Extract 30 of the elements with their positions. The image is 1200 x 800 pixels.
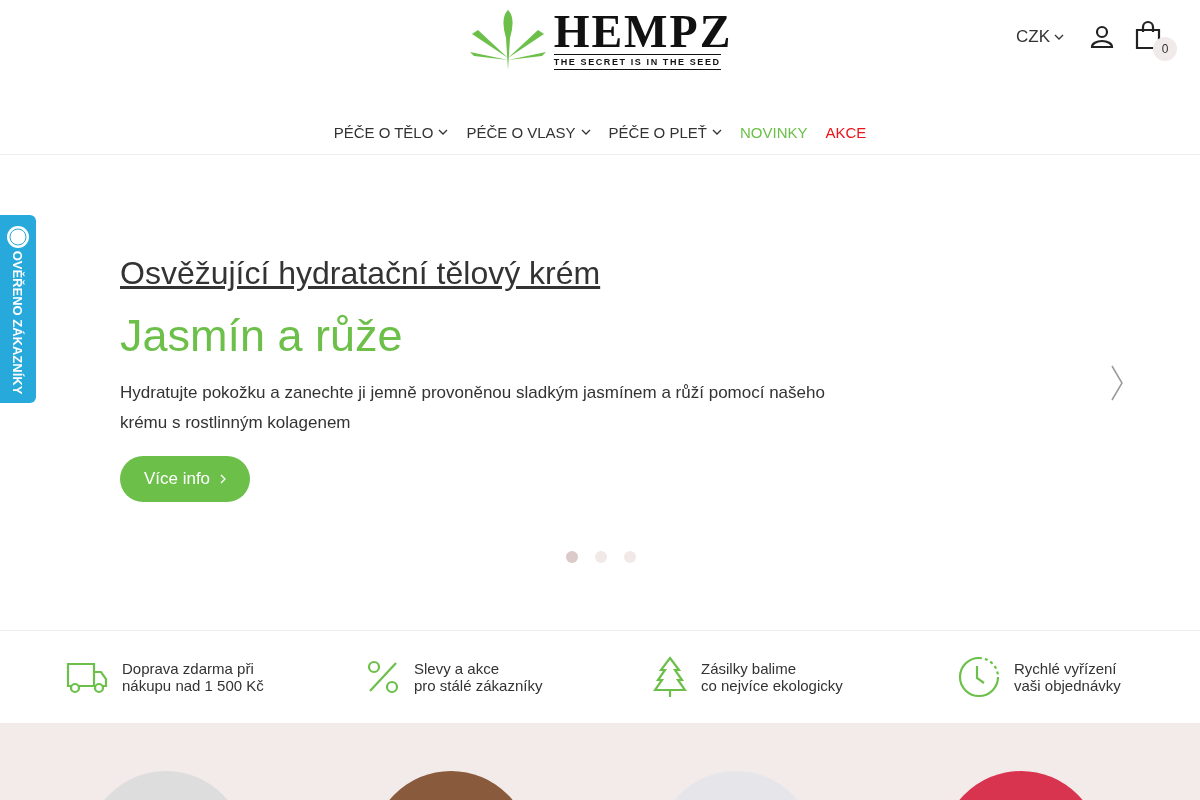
- hero-text: Hydratujte pokožku a zanechte ji jemně provoněnou sladkým jasmínem a růží pomocí našeho krému s rostlinným kolagenem: [120, 382, 826, 434]
- hero-subtitle-link[interactable]: Osvěžující hydratační tělový krém: [120, 255, 601, 292]
- chevron-right-icon: [220, 474, 227, 484]
- feature-text: Doprava zdarma při nákupu nad 1 500 Kč: [122, 660, 264, 694]
- feature-text: Zásilky balime co nejvíce ekologicky: [701, 660, 843, 694]
- nav-link[interactable]: PÉČE O TĚLO: [333, 123, 449, 141]
- nav-link[interactable]: PÉČE O PLEŤ: [608, 123, 722, 141]
- percent-icon: [366, 660, 400, 694]
- chevron-down-icon: [438, 129, 449, 135]
- hero-title: Jasmín a růže: [120, 310, 404, 362]
- tree-icon: [653, 656, 687, 698]
- truck-icon: [66, 660, 108, 694]
- badge-label: OVĚŘENO ZÁKAZNÍKY: [10, 250, 26, 395]
- feature-text: Slevy a akce pro stálé zákazníky: [414, 660, 543, 694]
- currency-selector[interactable]: CZK: [1010, 26, 1070, 48]
- cart-count: 0: [1153, 37, 1177, 61]
- feature-text: Rychlé vyřízení vaši objednávky: [1014, 660, 1121, 694]
- logo-tagline: THE SECRET IS IN THE SEED: [553, 54, 721, 70]
- nav-link[interactable]: PÉČE O VLASY: [466, 123, 591, 141]
- user-icon[interactable]: [1090, 25, 1114, 49]
- clock-icon: [958, 656, 1000, 698]
- chevron-down-icon: [580, 129, 591, 135]
- chevron-down-icon: [712, 129, 722, 135]
- logo-wordmark[interactable]: HEMPZ: [553, 10, 733, 54]
- chevron-down-icon: [1054, 34, 1064, 40]
- nav-link[interactable]: AKCE: [825, 123, 867, 141]
- seal-icon: [6, 225, 30, 249]
- shopping-bag-icon[interactable]: [1134, 20, 1162, 50]
- carousel-dot[interactable]: [566, 551, 578, 563]
- next-slide-icon[interactable]: [1110, 365, 1124, 401]
